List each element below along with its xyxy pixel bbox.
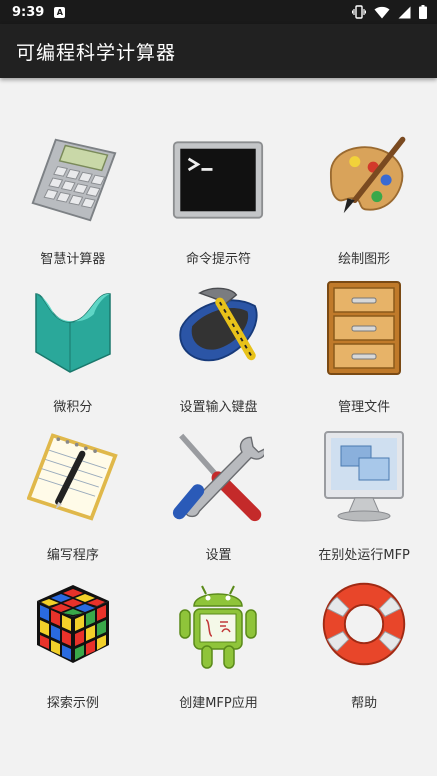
calculator-icon [31,138,117,222]
vibrate-icon [352,5,366,19]
menu-label: 在别处运行MFP [318,548,410,563]
signal-icon [398,6,411,18]
menu-label: 探索示例 [46,696,99,711]
app-title: 可编程科学计算器 [16,41,177,64]
menu-item-manage-files[interactable]: 管理文件 [291,278,437,426]
notification-icon: A [54,6,66,18]
app-bar: 可编程科学计算器 [0,24,437,78]
file-cabinet-icon [327,281,402,375]
menu-item-help[interactable]: 帮助 [291,574,437,722]
monitor-icon [324,431,405,522]
menu-item-draw-graph[interactable]: 绘制图形 [291,130,437,278]
battery-icon [419,5,427,19]
menu-label: 智慧计算器 [40,252,106,267]
menu-label: 管理文件 [338,400,391,415]
menu-label: 创建MFP应用 [179,696,258,711]
menu-item-explore-examples[interactable]: 探索示例 [0,574,146,722]
keyboard-hammer-icon [179,287,258,362]
menu-item-calculus[interactable]: 微积分 [0,278,146,426]
menu-label: 绘制图形 [338,252,391,267]
android-icon [179,585,258,669]
calculus-surface-icon [35,293,111,373]
lifebuoy-icon [322,582,406,666]
menu-label: 帮助 [351,696,378,711]
menu-label: 设置输入键盘 [179,400,258,415]
menu-item-run-mfp-elsewhere[interactable]: 在别处运行MFP [291,426,437,574]
menu-item-create-mfp-app[interactable]: 创建MFP应用 [146,574,292,722]
rubiks-cube-icon [36,585,109,663]
menu-label: 微积分 [53,400,93,415]
menu-item-write-program[interactable]: 编写程序 [0,426,146,574]
palette-icon [330,136,406,214]
menu-grid: 智慧计算器 命令提示符 绘制图形 微积分 设置输入键盘 管理文件 编写程序 设置… [0,130,437,722]
menu-item-settings[interactable]: 设置 [146,426,292,574]
menu-label: 编写程序 [46,548,99,563]
menu-label: 命令提示符 [185,252,251,267]
wifi-icon [374,6,390,18]
status-time: 9:39 [12,4,45,20]
menu-item-set-input-keyboard[interactable]: 设置输入键盘 [146,278,292,426]
notepad-pen-icon [26,433,118,521]
tools-icon [173,433,265,522]
status-bar: 9:39 A [0,0,437,24]
menu-label: 设置 [205,548,232,563]
terminal-icon [173,141,264,219]
menu-item-command-prompt[interactable]: 命令提示符 [146,130,292,278]
menu-item-smart-calculator[interactable]: 智慧计算器 [0,130,146,278]
